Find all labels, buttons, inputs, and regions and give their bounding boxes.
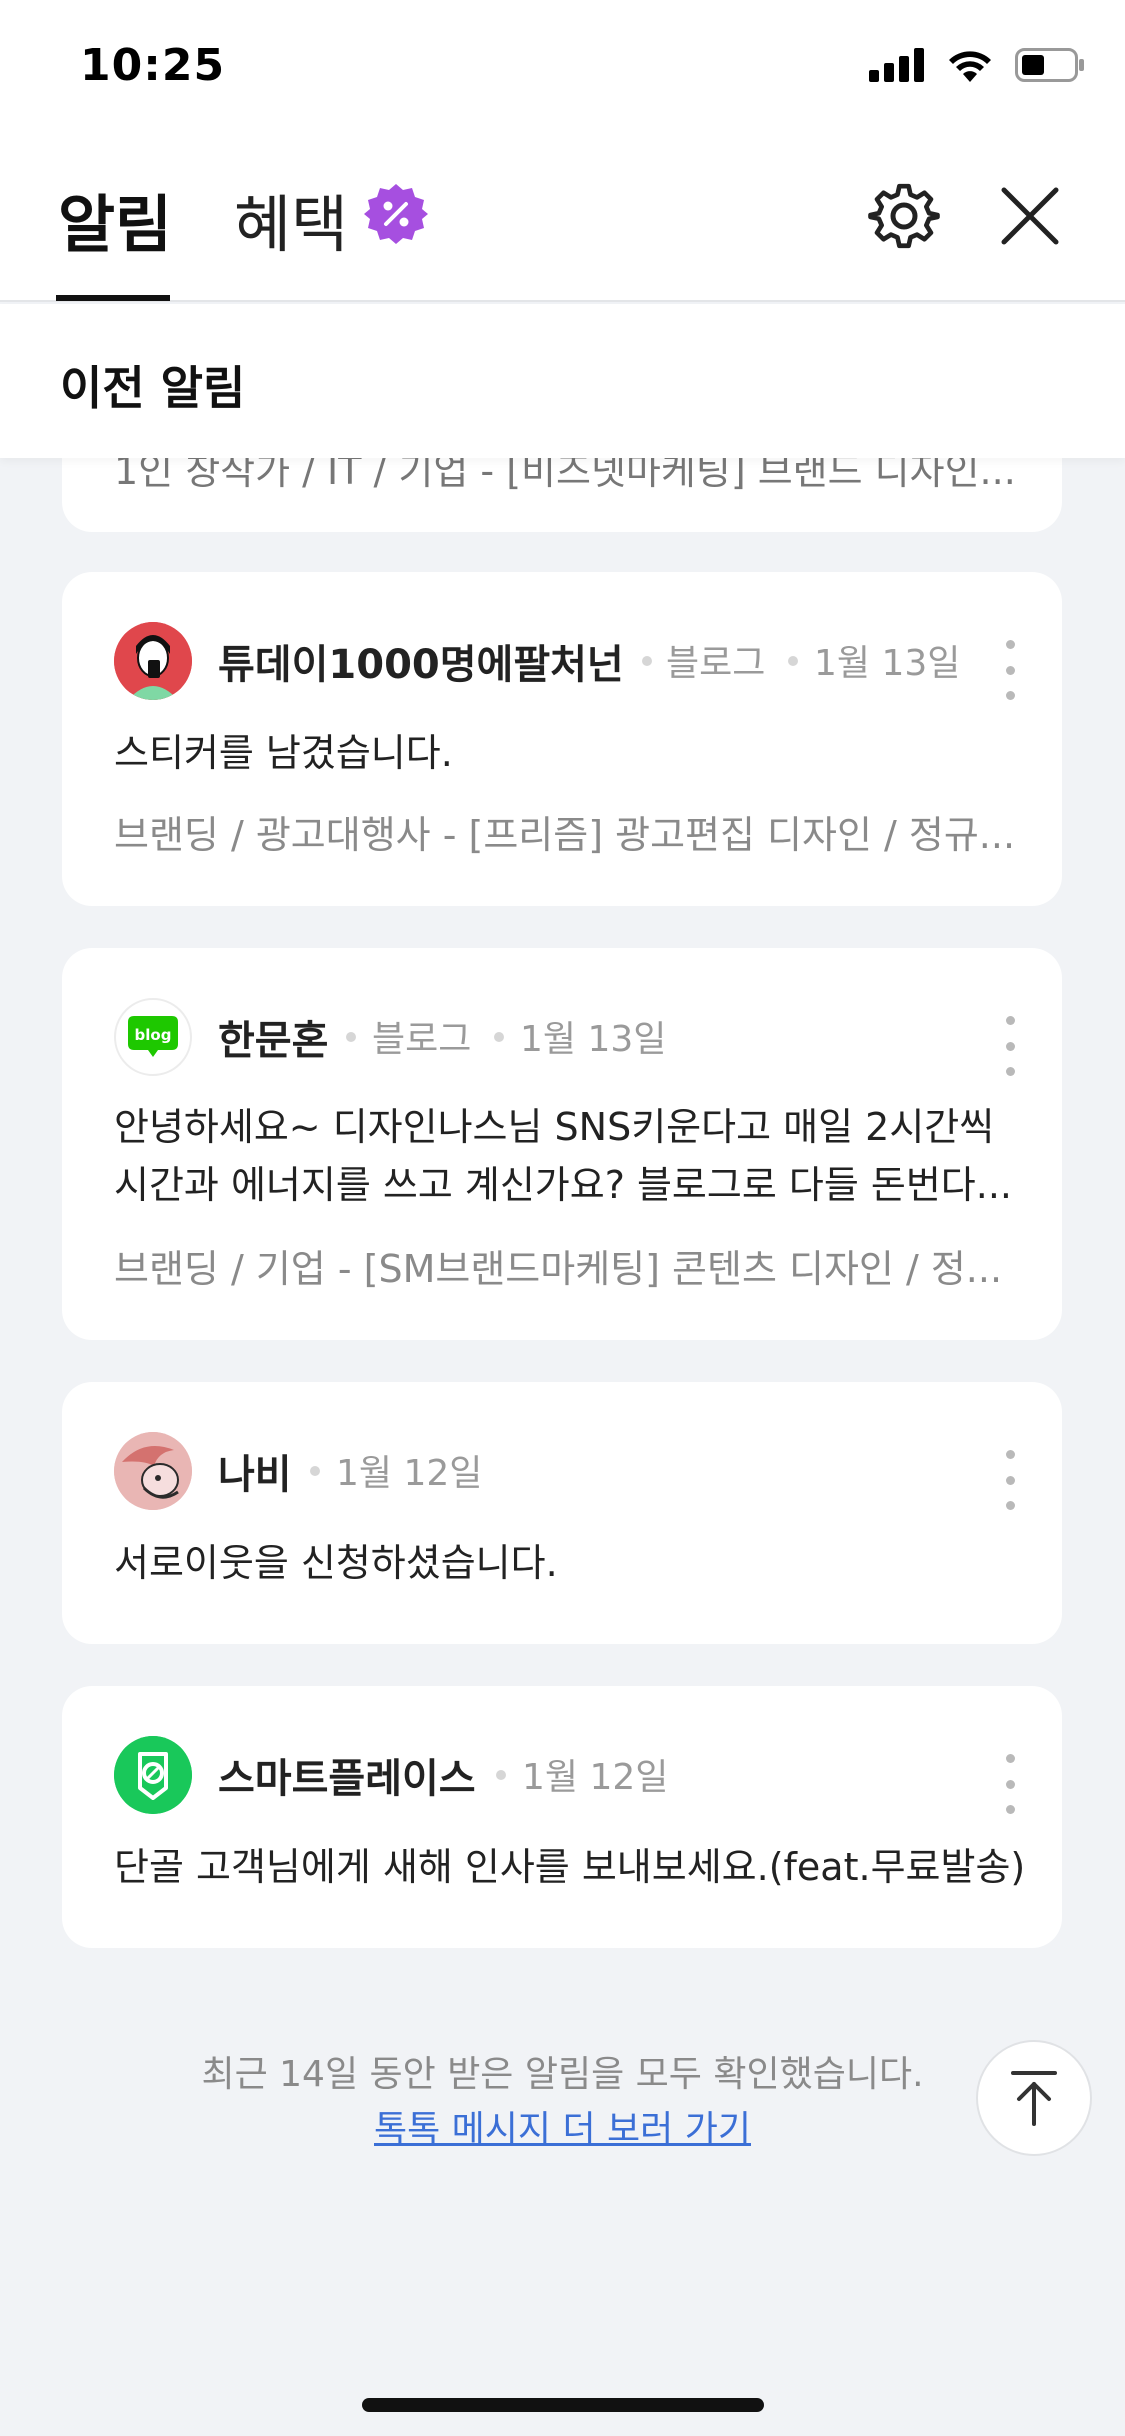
scroll-to-top-button[interactable] [976,2040,1092,2156]
notification-card[interactable]: 나비 1월 12일 서로이웃을 신청하셨습니다. [62,1382,1062,1644]
more-options-icon[interactable] [998,640,1022,700]
section-title: 이전 알림 [60,361,246,415]
active-tab-indicator [56,295,170,301]
separator-dot [494,1032,504,1042]
smartplace-logo-icon [114,1736,192,1814]
status-bar: 10:25 [0,0,1125,140]
home-indicator [362,2398,764,2412]
close-icon[interactable] [1000,186,1060,246]
separator-dot [642,656,652,666]
section-header: 이전 알림 [0,304,1125,458]
sender-name: 한문혼 [218,1018,329,1064]
notification-card[interactable]: 튜데이1000명에팔처넌 블로그 1월 13일 스티커를 남겼습니다. 브랜딩 … [62,572,1062,906]
header: 알림 혜택 [0,140,1125,302]
status-time: 10:25 [80,40,226,91]
sender-source: 블로그 [372,1019,472,1060]
notification-date: 1월 13일 [814,643,961,684]
avatar [114,1736,192,1814]
notification-date: 1월 13일 [520,1019,667,1060]
notification-message: 서로이웃을 신청하셨습니다. [114,1541,558,1585]
battery-icon [1015,48,1084,82]
svg-text:blog: blog [135,1026,172,1044]
signal-icon [869,48,924,82]
notification-card[interactable]: 스마트플레이스 1월 12일 단골 고객님에게 새해 인사를 보내보세요.(fe… [62,1686,1062,1948]
sender-name: 스마트플레이스 [218,1756,476,1802]
status-icons [869,48,1085,82]
wifi-icon [949,51,991,82]
notification-message-line2: 시간과 에너지를 쓰고 계신가요? 블로그로 다들 돈번다... [114,1163,1013,1207]
more-options-icon[interactable] [998,1450,1022,1510]
sender-name: 나비 [218,1452,292,1498]
notification-subtext: 브랜딩 / 기업 - [SM브랜드마케팅] 콘텐츠 디자인 / 정... [114,1247,1003,1291]
notification-message-line1: 안녕하세요~ 디자인나스님 SNS키운다고 매일 2시간씩 [114,1105,995,1149]
separator-dot [496,1770,506,1780]
sender-source: 블로그 [666,643,766,684]
avatar [114,1432,192,1510]
sender-name: 튜데이1000명에팔처넌 [218,642,624,688]
notification-card[interactable]: blog 한문혼 블로그 1월 13일 안녕하세요~ 디자인나스님 SNS키운다… [62,948,1062,1340]
tab-notifications[interactable]: 알림 [58,174,172,264]
tab-benefits[interactable]: 혜택 [234,174,348,264]
avatar: blog [114,998,192,1076]
separator-dot [346,1032,356,1042]
more-options-icon[interactable] [998,1754,1022,1814]
notification-subtext: 브랜딩 / 광고대행사 - [프리즘] 광고편집 디자인 / 정규... [114,813,1016,857]
separator-dot [310,1466,320,1476]
more-options-icon[interactable] [998,1016,1022,1076]
talktalk-more-link[interactable]: 톡톡 메시지 더 보러 가기 [0,2100,1125,2152]
notification-date: 1월 12일 [336,1453,483,1494]
avatar-illustration-icon [114,622,192,700]
settings-gear-icon[interactable] [868,180,940,252]
footer-info-text: 최근 14일 동안 받은 알림을 모두 확인했습니다. [201,2054,924,2095]
blog-logo-icon: blog [128,1016,178,1057]
percent-badge-icon [364,184,428,244]
separator-dot [788,656,798,666]
avatar-illustration-icon [114,1432,192,1510]
arrow-up-to-top-icon [1011,2071,1057,2126]
notification-date: 1월 12일 [522,1757,669,1798]
notification-message: 스티커를 남겼습니다. [114,731,453,775]
avatar [114,622,192,700]
notification-message: 단골 고객님에게 새해 인사를 보내보세요.(feat.무료발송) [114,1845,1026,1889]
